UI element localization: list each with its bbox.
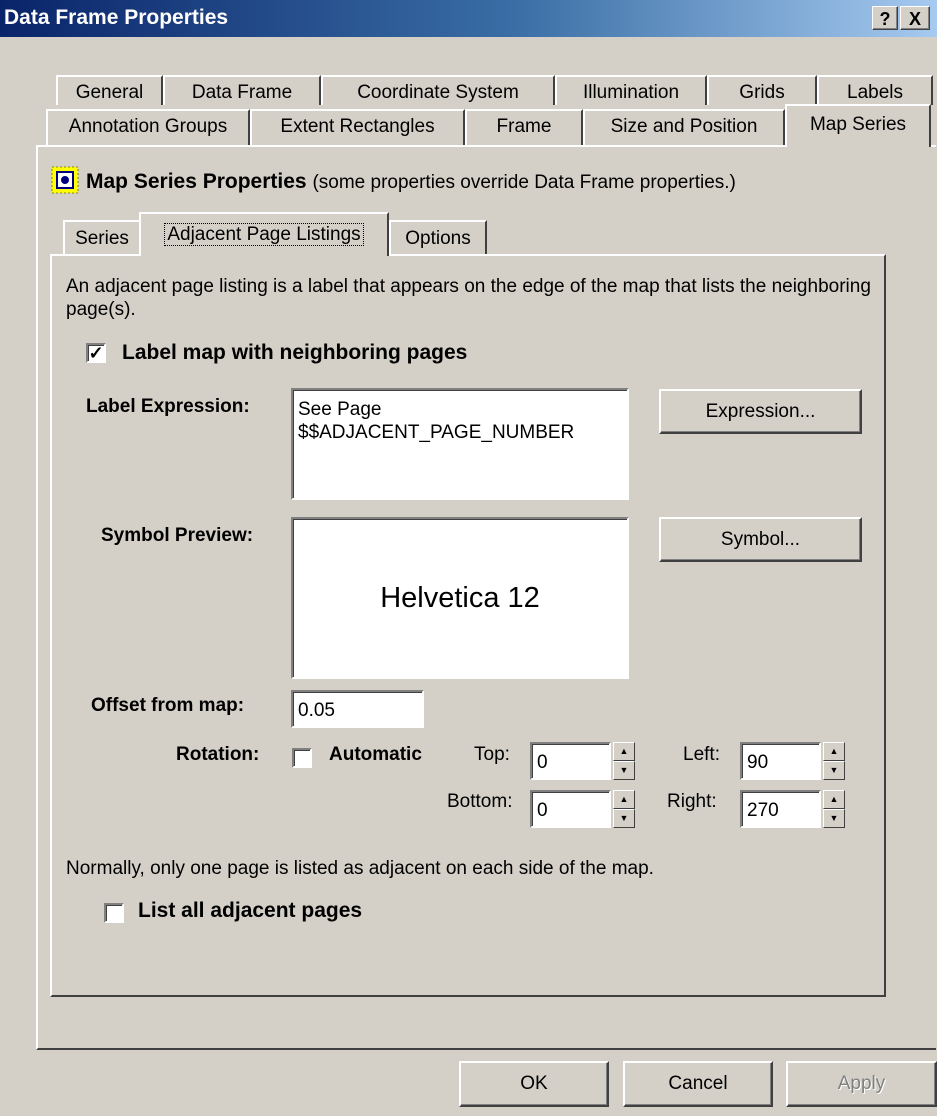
- rotation-label: Rotation:: [176, 744, 260, 765]
- subtab-series[interactable]: Series: [63, 220, 141, 254]
- automatic-checkbox[interactable]: [292, 748, 312, 768]
- offset-label: Offset from map:: [91, 695, 245, 716]
- label-expression-field[interactable]: See Page $$ADJACENT_PAGE_NUMBER: [291, 388, 629, 500]
- expression-line-2: $$ADJACENT_PAGE_NUMBER: [298, 422, 575, 443]
- symbol-preview-label: Symbol Preview:: [101, 525, 254, 546]
- tab-illumination[interactable]: Illumination: [555, 75, 707, 105]
- tab-general[interactable]: General: [56, 75, 163, 105]
- list-all-label: List all adjacent pages: [138, 899, 363, 922]
- automatic-label: Automatic: [329, 744, 422, 765]
- offset-input[interactable]: [291, 690, 424, 728]
- left-label: Left:: [683, 744, 720, 765]
- symbol-button[interactable]: Symbol...: [659, 517, 862, 562]
- map-series-title: Map Series Properties: [86, 170, 307, 193]
- tab-labels[interactable]: Labels: [817, 75, 933, 105]
- top-down-arrow-icon[interactable]: ▼: [613, 761, 635, 780]
- tab-grids[interactable]: Grids: [707, 75, 817, 105]
- bottom-up-arrow-icon[interactable]: ▲: [613, 790, 635, 809]
- subtab-options[interactable]: Options: [389, 220, 487, 254]
- bottom-down-arrow-icon[interactable]: ▼: [613, 809, 635, 828]
- expression-button[interactable]: Expression...: [659, 389, 862, 434]
- cancel-button[interactable]: Cancel: [623, 1061, 773, 1107]
- top-input[interactable]: [530, 742, 611, 780]
- list-all-checkbox[interactable]: [104, 903, 124, 923]
- left-up-arrow-icon[interactable]: ▲: [823, 742, 845, 761]
- right-input[interactable]: [740, 790, 821, 828]
- subtab-adjacent-page-listings[interactable]: Adjacent Page Listings: [139, 212, 389, 256]
- help-button[interactable]: ?: [872, 6, 898, 30]
- adjacent-description: An adjacent page listing is a label that…: [66, 276, 871, 320]
- tab-extent-rectangles[interactable]: Extent Rectangles: [250, 109, 465, 145]
- left-input[interactable]: [740, 742, 821, 780]
- tab-data-frame[interactable]: Data Frame: [163, 75, 321, 105]
- right-label: Right:: [667, 791, 717, 812]
- apply-button[interactable]: Apply: [786, 1061, 937, 1107]
- tab-annotation-groups[interactable]: Annotation Groups: [46, 109, 250, 145]
- left-down-arrow-icon[interactable]: ▼: [823, 761, 845, 780]
- normally-note: Normally, only one page is listed as adj…: [66, 858, 654, 879]
- symbol-preview-box: Helvetica 12: [291, 517, 629, 679]
- label-map-checkbox-label: Label map with neighboring pages: [122, 341, 468, 364]
- bottom-spinner[interactable]: ▲ ▼: [613, 790, 635, 828]
- top-up-arrow-icon[interactable]: ▲: [613, 742, 635, 761]
- left-spinner[interactable]: ▲ ▼: [823, 742, 845, 780]
- close-button[interactable]: X: [900, 6, 930, 30]
- tab-coordinate-system[interactable]: Coordinate System: [321, 75, 555, 105]
- right-up-arrow-icon[interactable]: ▲: [823, 790, 845, 809]
- expression-line-1: See Page: [298, 399, 382, 420]
- map-series-note: (some properties override Data Frame pro…: [312, 172, 736, 193]
- title-bar: Data Frame Properties ? X: [0, 0, 937, 37]
- label-expression-label: Label Expression:: [86, 396, 250, 417]
- top-label: Top:: [474, 744, 510, 765]
- top-spinner[interactable]: ▲ ▼: [613, 742, 635, 780]
- right-spinner[interactable]: ▲ ▼: [823, 790, 845, 828]
- subtab-adjacent-label: Adjacent Page Listings: [164, 223, 364, 246]
- ok-button[interactable]: OK: [459, 1061, 609, 1107]
- right-down-arrow-icon[interactable]: ▼: [823, 809, 845, 828]
- tab-size-and-position[interactable]: Size and Position: [583, 109, 785, 145]
- bottom-label: Bottom:: [447, 791, 513, 812]
- window-title: Data Frame Properties: [4, 6, 229, 29]
- bottom-input[interactable]: [530, 790, 611, 828]
- map-series-icon: [50, 165, 80, 195]
- tab-map-series[interactable]: Map Series: [785, 104, 931, 147]
- label-map-checkbox[interactable]: ✓: [86, 343, 106, 363]
- tab-frame[interactable]: Frame: [465, 109, 583, 145]
- map-series-heading: Map Series Properties (some properties o…: [86, 170, 736, 194]
